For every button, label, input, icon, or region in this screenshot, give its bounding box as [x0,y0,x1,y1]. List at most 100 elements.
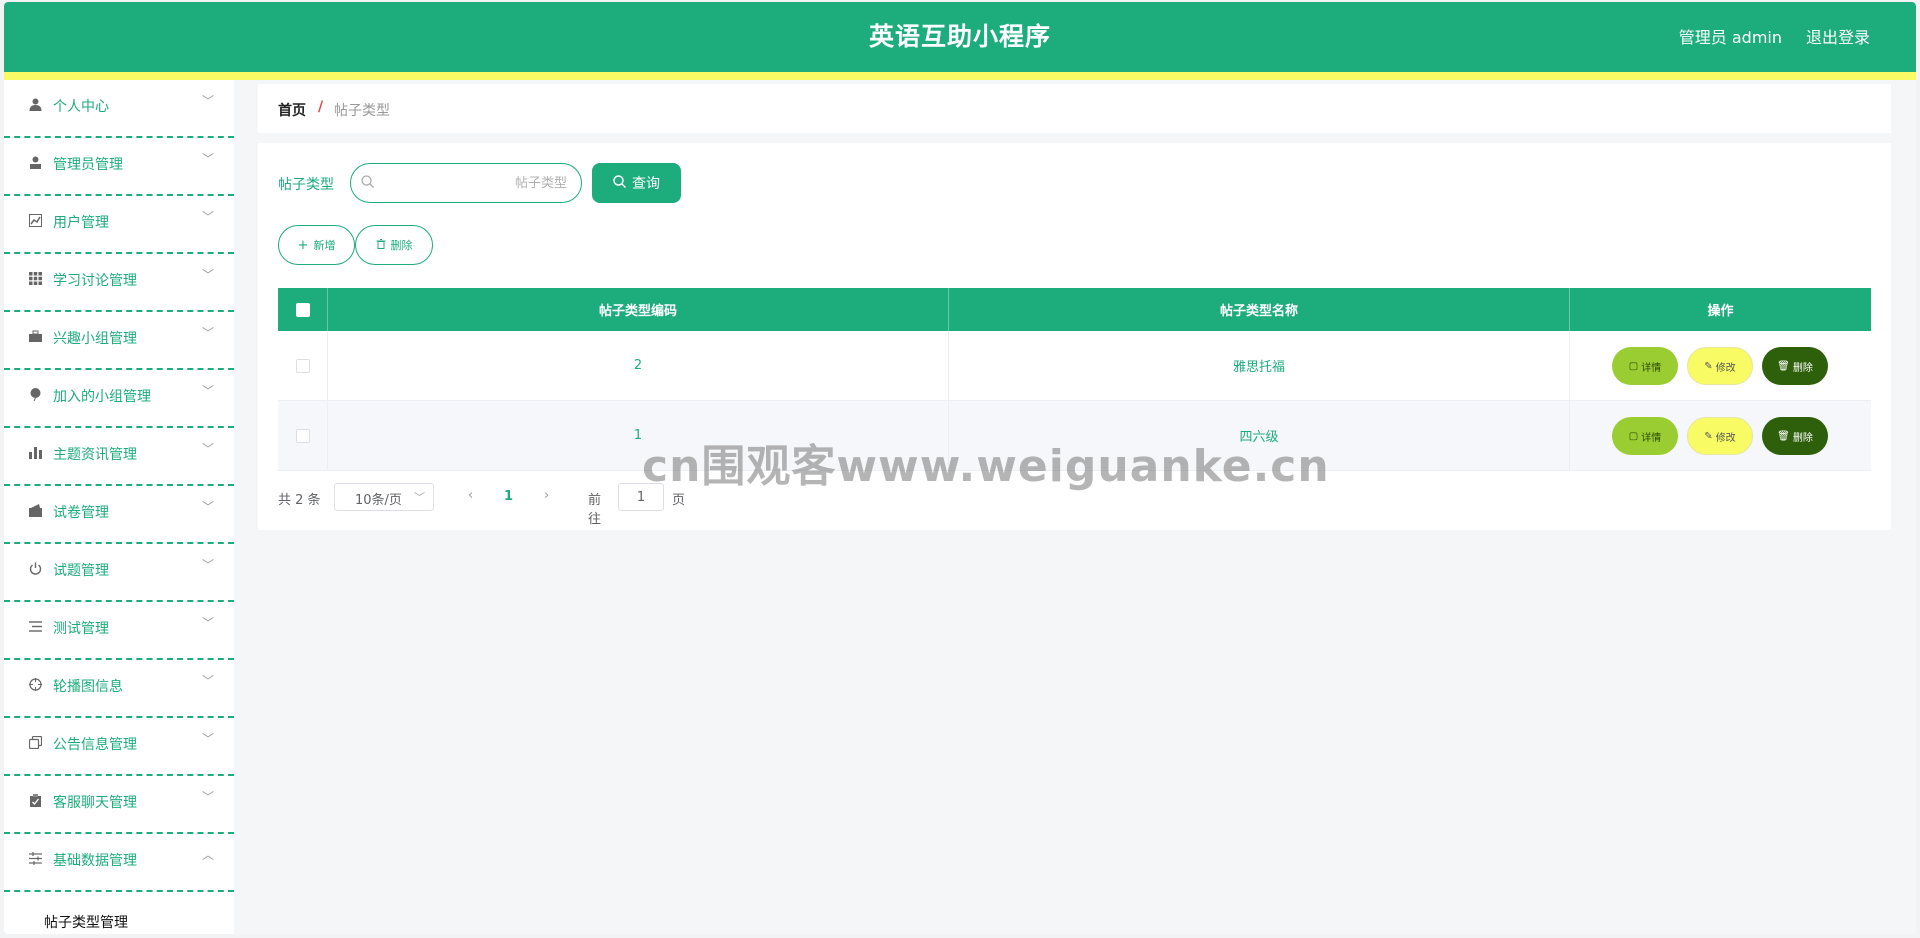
sidebar-item-label: 客服聊天管理 [53,795,137,811]
chevron-down-icon: ﹀ [201,790,214,804]
chevron-down-icon: ﹀ [201,674,214,688]
wallet-icon [28,503,42,517]
chevron-down-icon: ﹀ [201,94,214,108]
table-row: 2 雅思托福 ▢ 详情 ✎ 修改 🗑 删除 [278,331,1871,401]
chevron-down-icon: ﹀ [201,558,214,572]
document-icon: ▢ [1628,360,1639,372]
pencil-icon: ✎ [1704,430,1713,442]
sidebar-item-label: 兴趣小组管理 [53,331,137,347]
detail-button[interactable]: ▢ 详情 [1612,347,1678,385]
sidebar-item-users[interactable]: 用户管理 ﹀ [4,196,234,254]
next-page-button[interactable]: › [544,488,549,503]
goto-label: 前往 [588,493,602,527]
current-user: 管理员 admin [1678,28,1782,47]
page-size-value: 10条/页 [355,493,402,508]
header-actions: 操作 [1707,304,1734,319]
search-field[interactable] [350,163,582,203]
search-input[interactable] [381,172,571,194]
sidebar-item-label: 试卷管理 [53,505,109,521]
watermark: cn围观客www.weiguanke.cn [642,441,1330,492]
page-size-select[interactable]: 10条/页 ﹀ [334,483,434,511]
trash-icon: 🗑 [1777,430,1790,442]
sidebar-item-label: 轮播图信息 [53,679,123,695]
prev-page-button[interactable]: ‹ [468,488,473,503]
cell-actions: ▢ 详情 ✎ 修改 🗑 删除 [1570,331,1871,400]
row-checkbox[interactable] [295,358,310,373]
chevron-down-icon: ﹀ [414,491,425,504]
sidebar-item-topic-news[interactable]: 主题资讯管理 ﹀ [4,428,234,486]
submenu-item-post-type[interactable]: 帖子类型管理 [44,912,128,932]
cell-name: 雅思托福 [949,331,1570,400]
chart-line-icon [28,213,42,227]
user-icon [28,97,42,111]
header-accent-stripe [4,72,1916,80]
sidebar-item-interest-group[interactable]: 兴趣小组管理 ﹀ [4,312,234,370]
query-button[interactable]: 查询 [592,163,681,203]
cell-code: 2 [328,331,949,400]
sidebar-item-basic-data[interactable]: 基础数据管理 ︿ [4,834,234,892]
sidebar-item-test[interactable]: 测试管理 ﹀ [4,602,234,660]
add-button[interactable]: + 新增 [278,225,355,265]
balloon-icon [28,387,42,401]
top-header: 英语互助小程序 管理员 admin 退出登录 [4,2,1916,72]
power-icon [28,561,42,575]
delete-button[interactable]: 🗑 删除 [1762,347,1828,385]
page-number[interactable]: 1 [504,489,513,504]
copy-icon [28,735,42,749]
edit-button[interactable]: ✎ 修改 [1687,417,1753,455]
bar-chart-icon [28,445,42,459]
submenu: 帖子类型管理 [4,892,234,934]
sidebar-item-discussion[interactable]: 学习讨论管理 ﹀ [4,254,234,312]
detail-button[interactable]: ▢ 详情 [1612,417,1678,455]
sidebar-item-label: 管理员管理 [53,157,123,173]
breadcrumb-home[interactable]: 首页 [278,100,306,120]
table-header: 帖子类型编码 帖子类型名称 操作 [278,288,1871,331]
edit-label: 修改 [1715,362,1736,374]
app-title: 英语互助小程序 [868,22,1051,51]
search-icon [361,175,374,192]
briefcase-icon [28,329,42,343]
sidebar-item-label: 公告信息管理 [53,737,137,753]
chevron-down-icon: ﹀ [201,268,214,282]
cell-actions: ▢ 详情 ✎ 修改 🗑 删除 [1570,401,1871,470]
chevron-down-icon: ﹀ [201,210,214,224]
sidebar: 个人中心 ﹀ 管理员管理 ﹀ 用户管理 ﹀ 学习讨论管理 ﹀ 兴趣小组管理 ﹀ … [4,80,234,934]
sidebar-item-personal-center[interactable]: 个人中心 ﹀ [4,80,234,138]
sidebar-item-chat[interactable]: 客服聊天管理 ﹀ [4,776,234,834]
sidebar-item-label: 个人中心 [53,99,109,115]
breadcrumb-current: 帖子类型 [334,103,390,119]
sliders-icon [28,851,42,865]
row-checkbox[interactable] [295,428,310,443]
select-all-checkbox[interactable] [295,302,310,317]
sidebar-item-label: 主题资讯管理 [53,447,137,463]
search-icon [613,174,627,192]
chevron-down-icon: ﹀ [201,500,214,514]
sidebar-item-label: 加入的小组管理 [53,389,151,405]
chevron-down-icon: ﹀ [201,326,214,340]
clipboard-icon [28,793,42,807]
sidebar-item-exam-paper[interactable]: 试卷管理 ﹀ [4,486,234,544]
target-icon [28,677,42,691]
breadcrumb: 首页 / 帖子类型 [258,84,1891,133]
sidebar-item-carousel[interactable]: 轮播图信息 ﹀ [4,660,234,718]
chevron-down-icon: ﹀ [201,442,214,456]
batch-delete-button[interactable]: 删除 [355,225,433,265]
logout-link[interactable]: 退出登录 [1806,24,1870,48]
app-frame: 英语互助小程序 管理员 admin 退出登录 个人中心 ﹀ 管理员管理 ﹀ 用户… [4,2,1916,934]
row-select-cell [278,401,328,470]
delete-label: 删除 [1792,432,1813,444]
row-select-cell [278,331,328,400]
delete-button[interactable]: 🗑 删除 [1762,417,1828,455]
edit-label: 修改 [1715,432,1736,444]
trash-icon [376,238,386,252]
sidebar-item-questions[interactable]: 试题管理 ﹀ [4,544,234,602]
grid-icon [28,271,42,285]
sidebar-item-admin[interactable]: 管理员管理 ﹀ [4,138,234,196]
query-button-label: 查询 [632,176,660,192]
edit-button[interactable]: ✎ 修改 [1687,347,1753,385]
chevron-down-icon: ﹀ [201,152,214,166]
list-icon [28,619,42,633]
admin-icon [28,155,42,169]
sidebar-item-joined-group[interactable]: 加入的小组管理 ﹀ [4,370,234,428]
sidebar-item-announcement[interactable]: 公告信息管理 ﹀ [4,718,234,776]
